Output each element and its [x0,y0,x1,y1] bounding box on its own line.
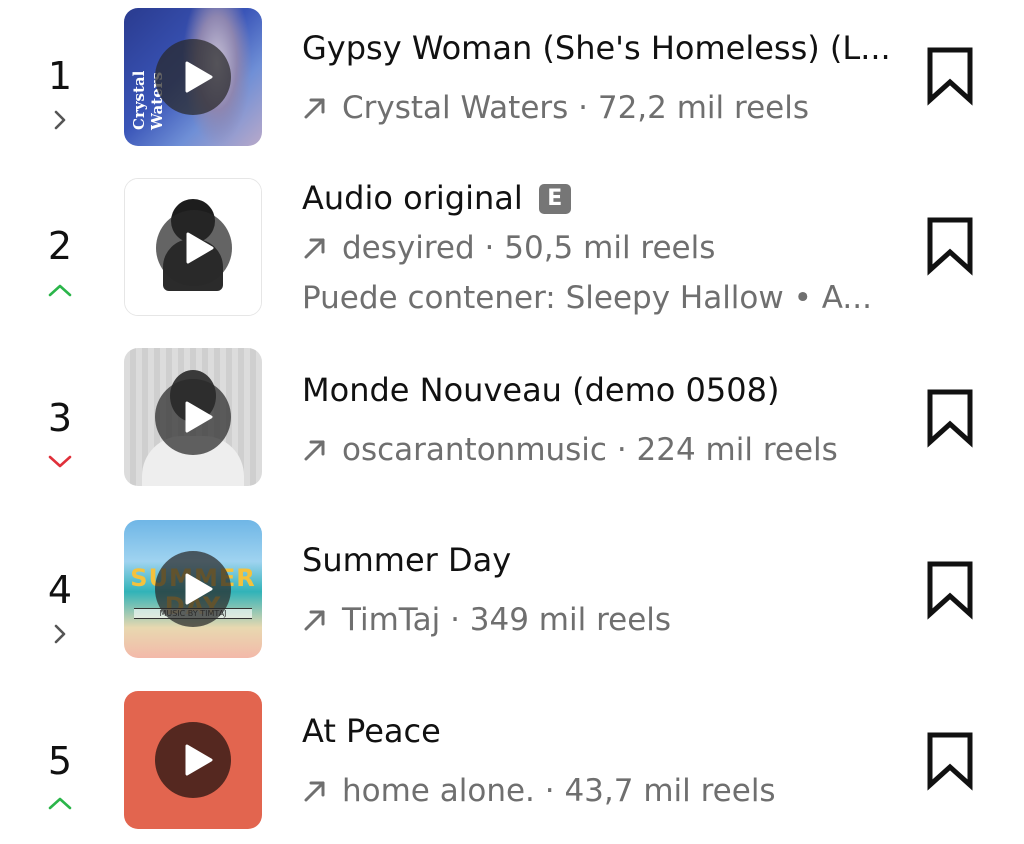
track-row[interactable]: 5 At Peace home alone. · 43,7 mil reels [0,683,1024,833]
track-title: Audio original E [302,178,902,218]
play-button[interactable] [155,379,231,455]
bookmark-icon [927,47,973,106]
bookmark-button[interactable] [922,729,978,793]
reels-count: 224 mil reels [636,432,838,468]
album-cover[interactable]: SUMMER DAY MUSIC BY TIMTAJ [124,520,262,658]
chevron-up-icon [46,280,74,300]
track-meta[interactable]: Crystal Waters · 72,2 mil reels [302,88,902,128]
play-button[interactable] [155,39,231,115]
play-icon [185,744,213,776]
meta-separator: · [606,432,637,468]
arrow-up-right-icon [302,91,328,119]
play-icon [186,232,214,264]
bookmark-button[interactable] [922,386,978,450]
artist-name[interactable]: Crystal Waters [342,90,568,126]
rank-number: 5 [47,739,73,783]
track-row[interactable]: 2 Audio original E desyired · 50,5 mil re… [0,170,1024,320]
play-icon [185,61,213,93]
play-button[interactable] [156,210,232,286]
track-title: Monde Nouveau (demo 0508) [302,371,780,409]
track-title-text: Audio original [302,179,523,217]
play-button[interactable] [155,551,231,627]
arrow-up-right-icon [302,603,328,631]
track-row[interactable]: 1 Crystal Waters Gypsy Woman (She's Home… [0,0,1024,150]
reels-count: 72,2 mil reels [597,90,809,126]
meta-separator: · [568,90,598,126]
play-button[interactable] [155,722,231,798]
rank-number: 2 [47,224,73,268]
rank-number: 1 [47,54,73,98]
track-meta[interactable]: oscarantonmusic · 224 mil reels [302,430,902,470]
track-title: At Peace [302,712,441,750]
album-cover[interactable] [124,691,262,829]
album-cover[interactable] [124,178,262,316]
bookmark-icon [927,561,973,620]
may-contain-text: Puede contener: Sleepy Hallow • A... [302,280,872,316]
explicit-badge: E [538,184,571,214]
reels-count: 43,7 mil reels [564,773,776,809]
bookmark-button[interactable] [922,214,978,278]
track-meta[interactable]: home alone. · 43,7 mil reels [302,771,902,811]
cover-text: Crystal Waters [130,70,166,130]
meta-separator: · [534,773,565,809]
chevron-up-icon [46,793,74,813]
rank-number: 4 [47,568,73,612]
bookmark-button[interactable] [922,44,978,108]
artist-name[interactable]: TimTaj [342,602,440,638]
play-icon [185,401,213,433]
reels-count: 349 mil reels [469,602,672,638]
arrow-up-right-icon [302,774,328,802]
artist-name[interactable]: desyired [342,230,475,266]
album-cover[interactable] [124,348,262,486]
bookmark-icon [927,732,973,791]
reels-count: 50,5 mil reels [504,230,716,266]
arrow-up-right-icon [302,433,328,461]
track-row[interactable]: 3 Monde Nouveau (demo 0508) oscarantonmu… [0,340,1024,490]
meta-separator: · [440,602,470,638]
track-title: Gypsy Woman (She's Homeless) (L... [302,29,891,67]
artist-name[interactable]: oscarantonmusic [342,432,607,468]
meta-separator: · [474,230,505,266]
bookmark-button[interactable] [922,558,978,622]
bookmark-icon [927,389,973,448]
track-meta[interactable]: desyired · 50,5 mil reels [302,228,902,268]
bookmark-icon [927,217,973,276]
track-title: Summer Day [302,541,512,579]
play-icon [185,573,213,605]
chevron-right-icon [46,110,74,130]
arrow-up-right-icon [302,231,328,259]
track-meta[interactable]: TimTaj · 349 mil reels [302,600,902,640]
chevron-down-icon [46,452,74,472]
chevron-right-icon [46,624,74,644]
rank-number: 3 [47,396,73,440]
album-cover[interactable]: Crystal Waters [124,8,262,146]
track-row[interactable]: 4 SUMMER DAY MUSIC BY TIMTAJ Summer Day … [0,512,1024,662]
artist-name[interactable]: home alone. [342,773,535,809]
